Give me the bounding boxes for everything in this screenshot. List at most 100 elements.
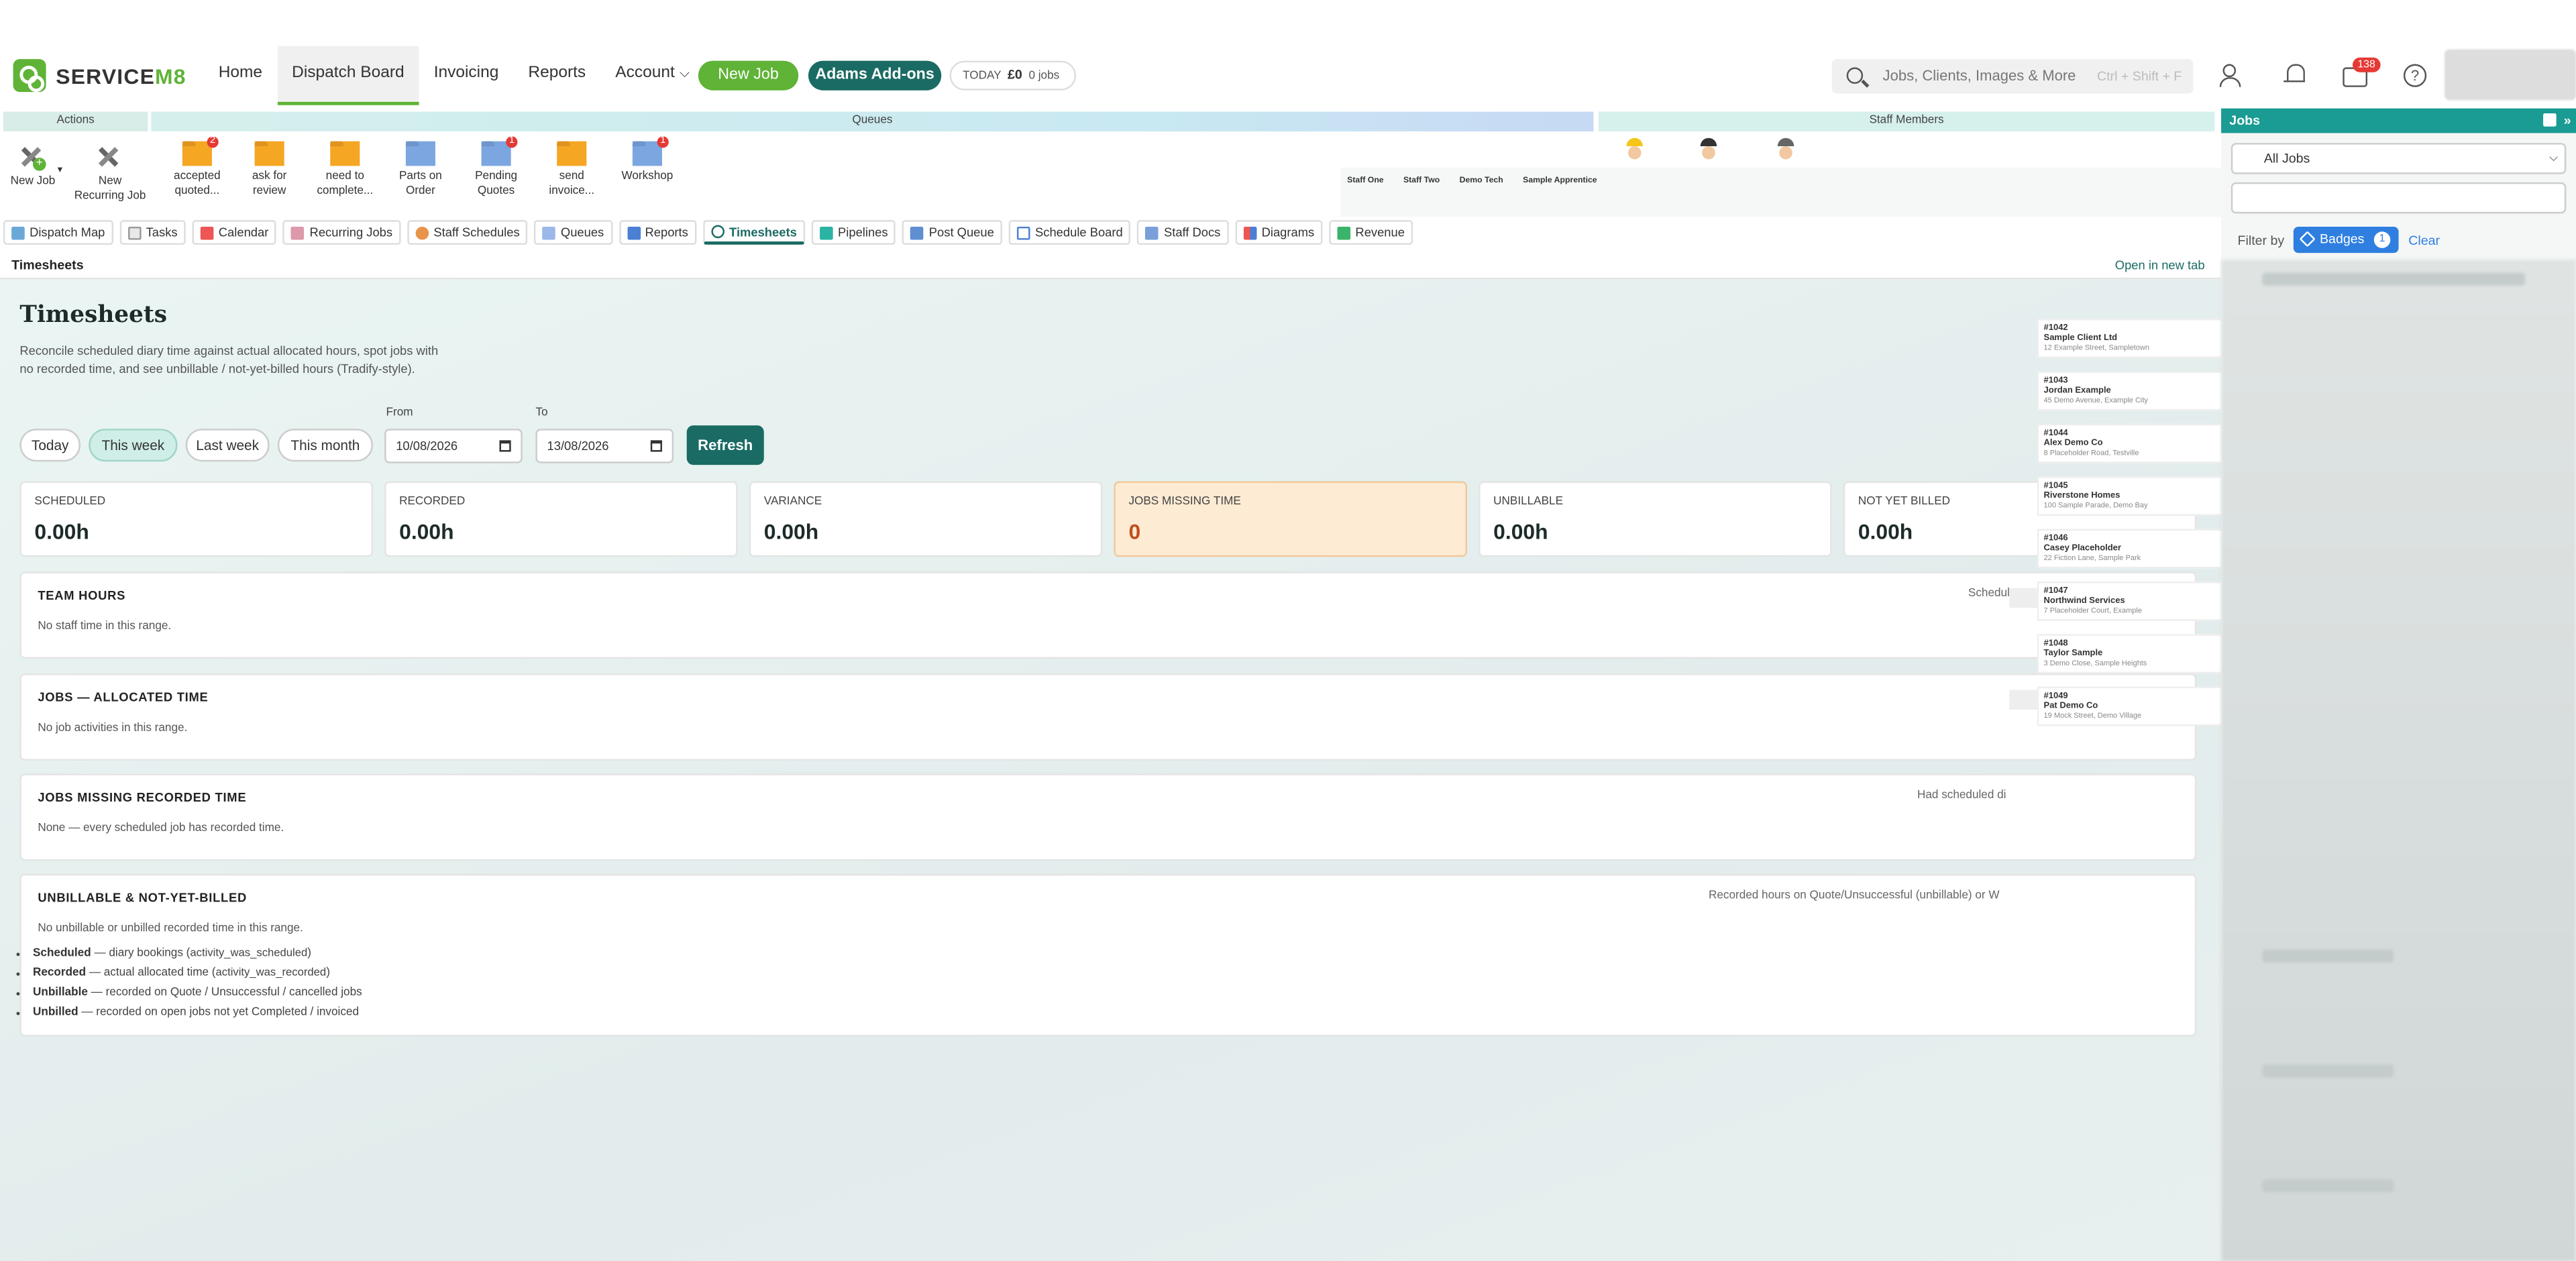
folder-icon: 1	[481, 136, 518, 166]
tab-post-queue[interactable]: Post Queue	[902, 220, 1003, 245]
legend-term: Unbillable	[32, 987, 88, 999]
staff-name[interactable]: Sample Apprentice	[1523, 176, 1597, 209]
main-nav: Home Dispatch Board Invoicing Reports Ac…	[204, 46, 704, 105]
calendar-icon	[499, 440, 511, 452]
legend-end: )	[307, 948, 312, 960]
logo-text: SERVICE	[56, 63, 156, 89]
page-intro: Reconcile scheduled diary time against a…	[19, 343, 439, 376]
tab-pipelines[interactable]: Pipelines	[811, 220, 896, 245]
tab-queues[interactable]: Queues	[534, 220, 612, 245]
open-new-tab-link[interactable]: Open in new tab	[2115, 258, 2205, 272]
search-icon	[1846, 67, 1864, 84]
card-subtitle: No unbillable or unbilled recorded time …	[38, 923, 303, 935]
staff-avatar-icon[interactable]	[1697, 138, 1720, 164]
action-new-recurring-job[interactable]: New Recurring Job	[74, 142, 146, 204]
folder-icon: 1	[632, 136, 669, 166]
stat-value: 0.00h	[1858, 518, 1913, 544]
tab-revenue[interactable]: Revenue	[1329, 220, 1413, 245]
diagrams-icon	[1243, 225, 1257, 239]
queue-need-to-complete[interactable]: need to complete...	[312, 141, 378, 199]
legend-list: Scheduled — diary bookings (activity_was…	[33, 944, 362, 1024]
card-note: Schedul	[1968, 588, 2010, 600]
legend-text: — diary bookings (	[91, 948, 191, 960]
jobs-filter-select[interactable]: All Jobs ⌵	[2231, 143, 2567, 174]
tab-label: Dispatch Map	[30, 225, 105, 240]
tab-schedule-board[interactable]: Schedule Board	[1008, 220, 1131, 245]
global-search[interactable]: Jobs, Clients, Images & More Ctrl + Shif…	[1831, 59, 2194, 94]
range-last-week-button[interactable]: Last week	[185, 429, 270, 462]
nav-account[interactable]: Account ⌵	[600, 46, 704, 105]
range-this-month-button[interactable]: This month	[277, 429, 373, 462]
clear-filter-link[interactable]: Clear	[2408, 233, 2440, 248]
checkbox-icon[interactable]	[2543, 113, 2557, 127]
queue-parts-on-order[interactable]: Parts on Order	[388, 141, 453, 199]
legend-item: Scheduled — diary bookings (activity_was…	[33, 944, 362, 964]
chevron-down-icon: ⌵	[680, 65, 690, 81]
today-summary[interactable]: TODAY £0 0 jobs	[949, 60, 1077, 91]
expand-icon[interactable]: »	[2564, 109, 2571, 133]
logo-icon	[13, 59, 46, 93]
staff-label: Staff Members	[1598, 111, 2215, 131]
blurred-row	[2262, 949, 2394, 963]
queue-send-invoice[interactable]: send invoice...	[539, 141, 604, 199]
tab-tasks[interactable]: Tasks	[119, 220, 186, 245]
new-job-button[interactable]: New Job	[698, 60, 799, 91]
action-new-recurring-label: New Recurring Job	[74, 176, 146, 203]
queue-ask-for-review[interactable]: ask for review	[237, 141, 303, 199]
action-new-job-label: New Job	[10, 176, 56, 188]
tab-label: Pipelines	[838, 225, 888, 240]
tab-dispatch-map[interactable]: Dispatch Map	[3, 220, 113, 245]
refresh-button[interactable]: Refresh	[686, 425, 764, 465]
bell-icon[interactable]	[2280, 61, 2310, 91]
staff-name[interactable]: Demo Tech	[1460, 176, 1503, 209]
board-tabs: Dispatch Map Tasks Calendar Recurring Jo…	[0, 220, 2218, 248]
blurred-row	[2262, 1179, 2394, 1193]
people-icon[interactable]	[2218, 61, 2247, 91]
nav-dispatch-board[interactable]: Dispatch Board	[277, 46, 419, 105]
staff-name[interactable]: Staff Two	[1403, 176, 1440, 209]
stat-value: 0.00h	[399, 518, 454, 544]
staff-name[interactable]: Staff One	[1347, 176, 1383, 209]
legend-text: — recorded on Quote / Unsuccessful / can…	[87, 987, 362, 999]
jobs-search-input[interactable]	[2231, 182, 2567, 214]
tab-timesheets[interactable]: Timesheets	[702, 220, 806, 245]
new-job-dropdown-icon[interactable]: ▾	[58, 164, 62, 176]
page-title: Timesheets	[19, 302, 168, 329]
nav-invoicing[interactable]: Invoicing	[419, 46, 514, 105]
from-date-input[interactable]: 10/08/2026	[384, 429, 523, 463]
tab-diagrams[interactable]: Diagrams	[1235, 220, 1323, 245]
stat-value: 0.00h	[34, 518, 89, 544]
help-icon[interactable]	[2400, 61, 2430, 91]
staff-avatar-icon[interactable]	[1623, 138, 1646, 164]
badges-count: 1	[2373, 231, 2391, 248]
tab-staff-docs[interactable]: Staff Docs	[1137, 220, 1229, 245]
queue-pending-quotes[interactable]: 1 Pending Quotes	[464, 136, 529, 199]
pipelines-icon	[820, 225, 833, 239]
clock-icon	[711, 225, 724, 239]
stat-label: VARIANCE	[763, 496, 822, 508]
jobs-panel: Jobs » All Jobs ⌵ Filter by Badges 1 Clea…	[2221, 108, 2576, 1261]
action-new-job[interactable]: + New Job	[8, 142, 57, 189]
addons-button[interactable]: Adams Add-ons	[808, 60, 942, 91]
badges-filter-button[interactable]: Badges 1	[2293, 226, 2399, 254]
user-avatar[interactable]	[2445, 49, 2576, 101]
to-date-input[interactable]: 13/08/2026	[535, 429, 674, 463]
range-today-button[interactable]: Today	[19, 429, 81, 462]
staff-avatar-icon[interactable]	[1774, 138, 1797, 164]
stat-recorded: RECORDED 0.00h	[384, 481, 738, 557]
queue-label: accepted quoted...	[174, 170, 221, 197]
stat-unbillable: UNBILLABLE 0.00h	[1479, 481, 1832, 557]
tab-staff-schedules[interactable]: Staff Schedules	[407, 220, 528, 245]
tab-label: Staff Docs	[1163, 225, 1221, 240]
card-note: Had scheduled di	[1917, 789, 2006, 802]
stat-label: JOBS MISSING TIME	[1128, 496, 1241, 508]
tab-calendar[interactable]: Calendar	[192, 220, 277, 245]
nav-home[interactable]: Home	[204, 46, 277, 105]
queue-workshop[interactable]: 1 Workshop	[614, 136, 680, 184]
queue-accepted-quoted[interactable]: 2 accepted quoted...	[164, 136, 230, 199]
tab-recurring-jobs[interactable]: Recurring Jobs	[283, 220, 401, 245]
tab-reports[interactable]: Reports	[619, 220, 697, 245]
servicem8-logo[interactable]: SERVICEM8	[13, 59, 186, 93]
nav-reports[interactable]: Reports	[513, 46, 600, 105]
range-this-week-button[interactable]: This week	[89, 429, 178, 462]
